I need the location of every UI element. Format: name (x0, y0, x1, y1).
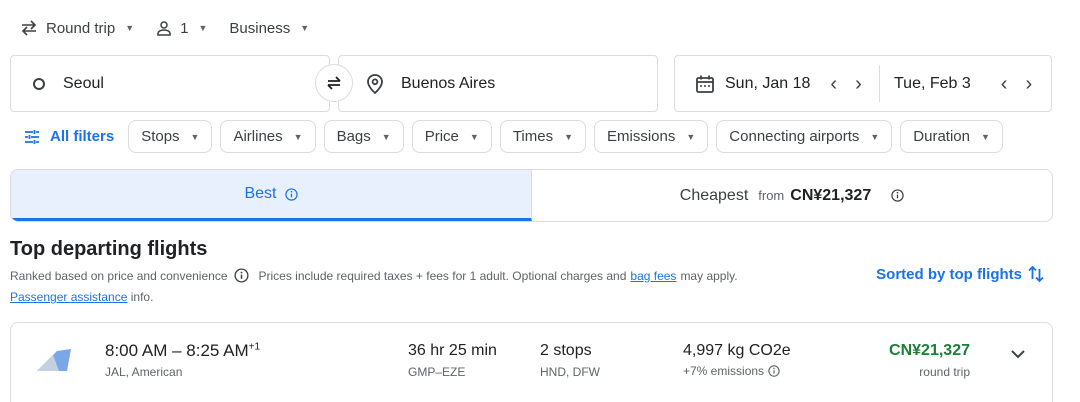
caret-down-icon: ▼ (564, 131, 574, 142)
info-text: info. (130, 290, 154, 304)
tab-best-label: Best (244, 185, 277, 202)
caret-down-icon: ▼ (293, 131, 303, 142)
filter-price[interactable]: Price ▼ (411, 120, 492, 153)
prev-date-chevron-icon[interactable]: ‹ (830, 74, 837, 94)
airlines: JAL, American (105, 365, 183, 379)
caret-down-icon: ▼ (125, 23, 135, 33)
all-filters-button[interactable]: All filters (10, 128, 128, 145)
caret-down-icon: ▼ (190, 131, 200, 142)
calendar-icon (695, 74, 715, 94)
caret-down-icon: ▼ (381, 131, 391, 142)
filter-label: Times (512, 128, 554, 145)
times-value: 8:00 AM – 8:25 AM (105, 341, 249, 360)
filter-label: Connecting airports (729, 128, 860, 145)
day-offset: +1 (248, 341, 261, 353)
duration: 36 hr 25 min (408, 342, 497, 359)
tab-best[interactable]: Best (11, 170, 532, 221)
info-icon[interactable] (284, 187, 298, 201)
tune-sliders-icon (24, 129, 40, 144)
depart-date-value: Sun, Jan 18 (725, 74, 811, 92)
swap-arrows-icon (327, 76, 341, 90)
caret-down-icon: ▼ (469, 131, 479, 142)
filter-label: Airlines (233, 128, 283, 145)
emissions: 4,997 kg CO2e (683, 342, 791, 359)
stops: 2 stops (540, 342, 592, 359)
flight-result-row[interactable]: 8:00 AM – 8:25 AM+1 JAL, American 36 hr … (10, 322, 1053, 402)
airline-logo-icon (37, 349, 71, 376)
emissions-delta-row: +7% emissions (683, 364, 780, 378)
filter-label: Bags (336, 128, 371, 145)
passengers-select[interactable]: 1 ▼ (156, 20, 207, 37)
filter-stops[interactable]: Stops ▼ (128, 120, 213, 153)
origin-circle-icon (33, 77, 45, 90)
passengers-count: 1 (180, 19, 189, 37)
passenger-assistance-link[interactable]: Passenger assistance (10, 290, 127, 304)
trip-type-select[interactable]: Round trip ▼ (20, 20, 134, 37)
date-range-field: Sun, Jan 18 ‹ › Tue, Feb 3 ‹ › (674, 55, 1052, 112)
info-icon[interactable] (768, 365, 780, 377)
caret-down-icon: ▼ (870, 131, 880, 142)
caret-down-icon: ▼ (300, 23, 310, 33)
caret-down-icon: ▼ (981, 131, 990, 142)
filter-label: Emissions (607, 128, 676, 145)
cabin-class-select[interactable]: Business ▼ (229, 20, 309, 37)
may-apply-text: may apply. (680, 268, 738, 283)
from-label: from (758, 188, 785, 203)
destination-field[interactable]: Buenos Aires (338, 55, 658, 112)
filter-label: Duration (913, 128, 970, 145)
depart-date-field[interactable]: Sun, Jan 18 ‹ › (675, 65, 880, 102)
origin-field[interactable]: Seoul (10, 55, 330, 112)
info-icon[interactable] (233, 268, 249, 283)
return-date-field[interactable]: Tue, Feb 3 ‹ › (880, 56, 1051, 111)
next-date-chevron-icon[interactable]: › (1025, 74, 1032, 94)
destination-value: Buenos Aires (401, 74, 496, 92)
ranking-note: Ranked based on price and convenience Pr… (10, 268, 738, 283)
tab-cheapest[interactable]: Cheapest from CN¥21,327 (532, 170, 1052, 221)
cheapest-price: CN¥21,327 (790, 186, 872, 204)
route: GMP–EZE (408, 365, 466, 379)
prev-date-chevron-icon[interactable]: ‹ (1001, 74, 1008, 94)
filter-duration[interactable]: Duration ▼ (900, 120, 1003, 153)
flight-times: 8:00 AM – 8:25 AM+1 (105, 341, 260, 361)
filter-bags[interactable]: Bags ▼ (323, 120, 404, 153)
filter-label: Stops (141, 128, 180, 145)
emissions-delta: +7% emissions (683, 364, 765, 378)
tab-cheapest-label: Cheapest (679, 186, 749, 204)
caret-down-icon: ▼ (686, 131, 696, 142)
next-date-chevron-icon[interactable]: › (855, 74, 862, 94)
passenger-note: Passenger assistance info. (10, 290, 153, 304)
all-filters-label: All filters (50, 128, 115, 145)
person-icon (156, 20, 172, 36)
sort-arrows-icon (1028, 265, 1044, 283)
return-date-value: Tue, Feb 3 (894, 74, 971, 92)
expand-chevron-icon[interactable] (1010, 349, 1026, 359)
swap-locations-button[interactable] (315, 64, 353, 102)
filter-airlines[interactable]: Airlines ▼ (220, 120, 316, 153)
filter-emissions[interactable]: Emissions ▼ (594, 120, 709, 153)
section-title: Top departing flights (10, 238, 208, 260)
sort-button[interactable]: Sorted by top flights (876, 265, 1044, 283)
location-pin-icon (367, 73, 383, 94)
bag-fees-link[interactable]: bag fees (630, 269, 676, 283)
caret-down-icon: ▼ (198, 23, 208, 33)
info-icon[interactable] (891, 189, 904, 202)
prices-note: Prices include required taxes + fees for… (258, 268, 627, 283)
origin-value: Seoul (63, 74, 104, 92)
sort-tabs: Best Cheapest from CN¥21,327 (10, 169, 1053, 222)
trip-type-label: Round trip (46, 19, 116, 37)
filters-bar: All filters Stops ▼ Airlines ▼ Bags ▼ Price… (10, 120, 1011, 153)
swap-horizontal-icon (20, 20, 38, 36)
cabin-class-label: Business (229, 19, 291, 37)
ranked-text: Ranked based on price and convenience (10, 268, 228, 283)
filter-times[interactable]: Times ▼ (499, 120, 587, 153)
price: CN¥21,327 (889, 342, 970, 359)
stopover-airports: HND, DFW (540, 365, 600, 379)
sort-label: Sorted by top flights (876, 265, 1022, 283)
trip-options-row: Round trip ▼ 1 ▼ Business ▼ (20, 16, 331, 40)
filter-connecting-airports[interactable]: Connecting airports ▼ (716, 120, 893, 153)
filter-label: Price (424, 128, 459, 145)
price-type: round trip (919, 365, 970, 379)
